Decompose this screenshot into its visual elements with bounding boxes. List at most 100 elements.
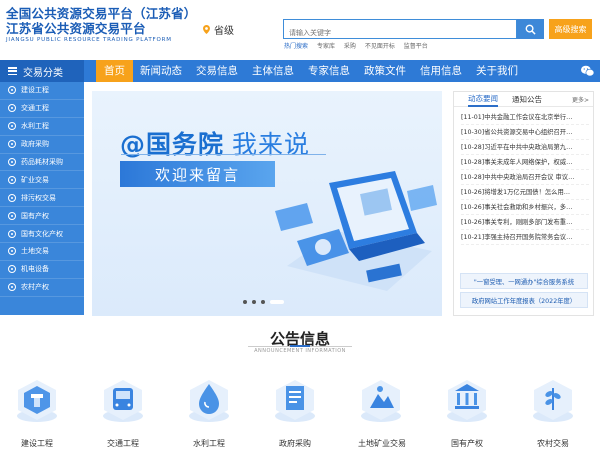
news-item[interactable]: [10-26]事关专利，刚刚多部门发布重… — [461, 215, 589, 230]
laptop-illustration — [275, 171, 437, 291]
bank-icon — [447, 380, 487, 422]
news-item[interactable]: [10-28]事关未成年人网络保护，权威… — [461, 155, 589, 170]
sidebar-item-mining[interactable]: 矿业交易 — [0, 171, 84, 190]
sidebar-item-equipment[interactable]: 机电设备 — [0, 261, 84, 279]
category-label: 交通工程 — [107, 439, 139, 448]
sidebar-item-state-property[interactable]: 国有产权 — [0, 207, 84, 226]
bus-icon — [103, 380, 143, 422]
nav-item-about[interactable]: 关于我们 — [469, 60, 525, 82]
hot-search-label: 热门搜索 — [284, 43, 309, 50]
construction-icon — [8, 86, 16, 95]
water-drop-icon — [189, 380, 229, 422]
document-icon — [275, 380, 315, 422]
search-button[interactable] — [517, 19, 544, 39]
procurement-icon — [8, 140, 16, 149]
category-label: 土地矿业交易 — [358, 439, 406, 448]
news-item[interactable]: [10-26]将增发1万亿元国债！怎么用… — [461, 185, 589, 200]
region-label: 省级 — [214, 26, 234, 37]
news-item[interactable]: [10-21]李强主持召开国务院常务会议… — [461, 230, 589, 245]
wechat-icon[interactable] — [581, 65, 594, 77]
carousel-dots[interactable] — [243, 300, 289, 304]
news-item[interactable]: [10-26]事关社会救助和乡村振兴，多… — [461, 200, 589, 215]
equipment-icon — [8, 265, 16, 274]
banner-title: @国务院 我来说 — [120, 130, 311, 159]
category-label: 农村交易 — [537, 439, 569, 448]
category-card-land-mining[interactable]: 土地矿业交易 — [346, 368, 420, 450]
logo-title-national: 全国公共资源交易平台（江苏省） — [6, 6, 197, 21]
sidebar-item-transport[interactable]: 交通工程 — [0, 100, 84, 118]
category-label: 国有产权 — [451, 439, 483, 448]
category-label: 政府采购 — [279, 439, 311, 448]
nav-item-credit[interactable]: 信用信息 — [413, 60, 469, 82]
menu-icon — [8, 67, 17, 75]
emission-icon — [8, 193, 16, 202]
category-card-procurement[interactable]: 政府采购 — [260, 368, 334, 450]
hero-banner[interactable]: @国务院 我来说 欢迎来留言 — [92, 91, 442, 316]
search-box — [283, 19, 517, 42]
category-card-state-property[interactable]: 国有产权 — [432, 368, 506, 450]
sidebar-item-water[interactable]: 水利工程 — [0, 118, 84, 136]
sidebar-item-procurement[interactable]: 政府采购 — [0, 136, 84, 154]
tab-notices[interactable]: 通知公告 — [512, 94, 542, 105]
logo-title-province: 江苏省公共资源交易平台 — [6, 21, 146, 36]
search-icon — [525, 24, 536, 35]
category-label: 建设工程 — [21, 439, 53, 448]
announcement-divider — [248, 345, 352, 347]
hot-word-link[interactable]: 采购 — [344, 43, 356, 50]
category-menu-button[interactable]: 交易分类 — [0, 60, 84, 82]
nav-item-experts[interactable]: 专家信息 — [301, 60, 357, 82]
sidebar-item-land[interactable]: 土地交易 — [0, 243, 84, 261]
category-card-construction[interactable]: 建设工程 — [2, 368, 76, 450]
site-logo[interactable]: 全国公共资源交易平台（江苏省） 江苏省公共资源交易平台 JIANGSU PUBL… — [6, 6, 196, 43]
category-card-rural[interactable]: 农村交易 — [518, 368, 592, 450]
water-icon — [8, 122, 16, 131]
land-icon — [8, 247, 16, 256]
service-system-button[interactable]: "一窗受理、一网通办"综合服务系统 — [460, 273, 588, 289]
logo-title-english: JIANGSU PUBLIC RESOURCE TRADING PLATFORM — [6, 37, 172, 43]
medicine-icon — [8, 158, 16, 166]
sidebar-item-medicine[interactable]: 药品耗材采购 — [0, 154, 84, 172]
crop-icon — [533, 380, 573, 422]
nav-item-trading[interactable]: 交易信息 — [189, 60, 245, 82]
news-more-link[interactable]: 更多> — [572, 95, 589, 104]
news-item[interactable]: [10-28]中共中央政治局召开会议 审议… — [461, 170, 589, 185]
category-sidebar: 建设工程 交通工程 水利工程 政府采购 药品耗材采购 矿业交易 排污权交易 国有… — [0, 82, 84, 315]
location-pin-icon — [203, 25, 210, 34]
annual-report-button[interactable]: 政府网站工作年度报表（2022年度） — [460, 292, 588, 308]
hot-search-bar: 热门搜索 专家库 采购 不见面开标 监督平台 — [284, 41, 435, 50]
nav-item-policy[interactable]: 政策文件 — [357, 60, 413, 82]
region-selector[interactable]: 省级 — [203, 22, 234, 37]
sidebar-item-culture-property[interactable]: 国有文化产权 — [0, 225, 84, 244]
construction-icon — [17, 380, 57, 422]
hot-word-link[interactable]: 专家库 — [317, 43, 335, 50]
hot-word-link[interactable]: 不见面开标 — [365, 43, 395, 50]
news-panel: 动态要闻 通知公告 更多> [11-01]中共金融工作会议在北京举行… [10-… — [453, 91, 594, 316]
sidebar-item-rural[interactable]: 农村产权 — [0, 279, 84, 297]
sidebar-item-emission[interactable]: 排污权交易 — [0, 189, 84, 208]
news-item[interactable]: [11-01]中共金融工作会议在北京举行… — [461, 110, 589, 125]
transport-icon — [8, 104, 16, 113]
property-icon — [8, 211, 16, 220]
search-input[interactable] — [284, 24, 516, 42]
category-label: 水利工程 — [193, 439, 225, 448]
news-item[interactable]: [10-30]省公共资源交易中心组织召开… — [461, 125, 589, 140]
nav-item-entities[interactable]: 主体信息 — [245, 60, 301, 82]
rural-icon — [8, 283, 16, 292]
category-menu-label: 交易分类 — [23, 67, 63, 79]
tab-dynamic-news[interactable]: 动态要闻 — [468, 92, 498, 107]
banner-subtitle: 欢迎来留言 — [120, 161, 275, 187]
sidebar-item-construction[interactable]: 建设工程 — [0, 82, 84, 100]
mining-icon — [8, 175, 16, 184]
nav-item-news[interactable]: 新闻动态 — [133, 60, 189, 82]
news-item[interactable]: [10-28]习近平在中共中央政治局第九… — [461, 140, 589, 155]
hot-word-link[interactable]: 监督平台 — [404, 43, 428, 50]
culture-icon — [8, 229, 16, 238]
nav-item-home[interactable]: 首页 — [96, 60, 133, 82]
announcement-subtitle: ANNOUNCEMENT INFORMATION — [254, 348, 346, 354]
category-cards: 建设工程 交通工程 水利工程 政府采购 土地矿业交易 国有产权 农村交易 — [0, 368, 600, 450]
category-card-water[interactable]: 水利工程 — [174, 368, 248, 450]
category-card-transport[interactable]: 交通工程 — [88, 368, 162, 450]
site-header: 全国公共资源交易平台（江苏省） 江苏省公共资源交易平台 JIANGSU PUBL… — [0, 0, 600, 60]
advanced-search-button[interactable]: 高级搜索 — [549, 19, 592, 39]
mining-icon — [361, 380, 401, 422]
